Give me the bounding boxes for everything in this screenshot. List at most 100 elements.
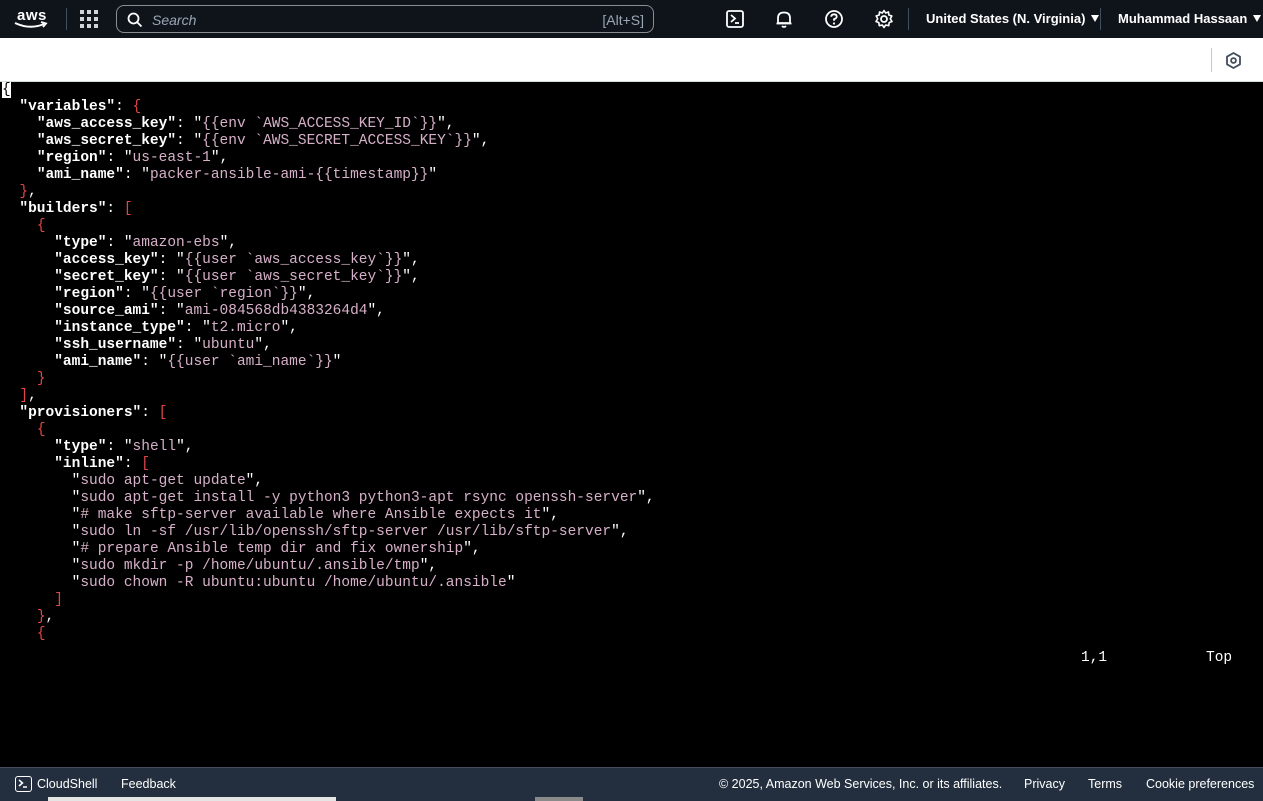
- code-token: amazon-ebs: [132, 235, 220, 251]
- search-shortcut-hint: [Alt+S]: [602, 12, 644, 28]
- region-selector[interactable]: United States (N. Virginia): [926, 11, 1100, 26]
- code-token: sudo ln -sf /usr/lib/openssh/sftp-server…: [80, 524, 612, 540]
- code-token: }: [36, 371, 46, 387]
- cloudshell-icon[interactable]: [725, 9, 745, 29]
- code-token: "aws_secret_key": [36, 133, 177, 149]
- terminal-line: "provisioners": [: [2, 405, 167, 422]
- terminal-line: "# make sftp-server available where Ansi…: [2, 507, 559, 524]
- terminal-line: {: [2, 218, 46, 235]
- code-token: :: [115, 99, 133, 115]
- code-token: sudo apt-get install -y python3 python3-…: [80, 490, 638, 506]
- code-token: ",: [254, 337, 272, 353]
- code-token: ,: [28, 184, 37, 200]
- aws-logo[interactable]: aws: [14, 7, 50, 31]
- code-token: ": [332, 354, 342, 370]
- code-token: sudo chown -R ubuntu:ubuntu /home/ubuntu…: [80, 575, 507, 591]
- nav-divider: [908, 8, 909, 30]
- services-grid-icon[interactable]: [80, 10, 98, 28]
- terminal-line: "sudo mkdir -p /home/ubuntu/.ansible/tmp…: [2, 558, 437, 575]
- code-token: "region": [54, 286, 124, 302]
- cloudshell-link[interactable]: CloudShell: [37, 777, 97, 791]
- gear-icon[interactable]: [874, 9, 894, 29]
- code-token: {{env `AWS_SECRET_ACCESS_KEY`}}: [202, 133, 472, 149]
- code-token: ",: [402, 252, 420, 268]
- code-token: ",: [541, 507, 559, 523]
- code-token: sudo apt-get update: [80, 473, 246, 489]
- terminal-output[interactable]: 1,1 Top { "variables": { "aws_access_key…: [0, 82, 1263, 767]
- code-token: }: [19, 184, 29, 200]
- terminal-line: "secret_key": "{{user `aws_secret_key`}}…: [2, 269, 419, 286]
- terminal-line: "ami_name": "packer-ansible-ami-{{timest…: [2, 167, 437, 184]
- terminal-line: "sudo apt-get update",: [2, 473, 263, 490]
- code-token: [: [123, 201, 133, 217]
- code-token: ": [2, 524, 81, 540]
- cloudshell-icon[interactable]: [15, 776, 32, 792]
- terminal-line: "variables": {: [2, 99, 141, 116]
- code-token: "variables": [19, 99, 116, 115]
- code-token: ",: [280, 320, 298, 336]
- code-token: : ": [106, 439, 133, 455]
- terminal-line: "sudo ln -sf /usr/lib/openssh/sftp-serve…: [2, 524, 629, 541]
- code-token: ": [428, 167, 438, 183]
- code-token: "ami_name": [54, 354, 142, 370]
- code-token: packer-ansible-ami-{{timestamp}}: [149, 167, 429, 183]
- account-menu[interactable]: Muhammad Hassaan: [1118, 11, 1262, 26]
- terminal-line: {: [2, 82, 11, 99]
- code-token: ubuntu: [202, 337, 255, 353]
- terminal-line: "aws_access_key": "{{env `AWS_ACCESS_KEY…: [2, 116, 455, 133]
- search-box[interactable]: Search [Alt+S]: [116, 5, 654, 33]
- terms-link[interactable]: Terms: [1088, 777, 1122, 791]
- terminal-line: }: [2, 371, 46, 388]
- code-token: : ": [176, 133, 203, 149]
- terminal-cursor: {: [2, 82, 11, 98]
- bell-icon[interactable]: [774, 9, 794, 29]
- code-token: : ": [184, 320, 211, 336]
- terminal-line: "type": "amazon-ebs",: [2, 235, 237, 252]
- code-token: {{env `AWS_ACCESS_KEY_ID`}}: [202, 116, 438, 132]
- terminal-line: "sudo chown -R ubuntu:ubuntu /home/ubunt…: [2, 575, 516, 592]
- code-token: [: [141, 456, 150, 472]
- code-token: "type": [54, 235, 107, 251]
- horizontal-scrollbar-thumb[interactable]: [48, 797, 336, 801]
- feedback-link[interactable]: Feedback: [121, 777, 176, 791]
- terminal-line: },: [2, 609, 54, 626]
- code-token: ",: [637, 490, 655, 506]
- privacy-link[interactable]: Privacy: [1024, 777, 1065, 791]
- code-token: : ": [123, 167, 150, 183]
- code-token: {: [36, 422, 46, 438]
- code-token: ",: [210, 150, 229, 166]
- code-token: "access_key": [54, 252, 159, 268]
- code-token: ": [2, 575, 81, 591]
- code-token: {{user `aws_secret_key`}}: [184, 269, 403, 285]
- terminal-line: "ssh_username": "ubuntu",: [2, 337, 272, 354]
- code-token: ",: [219, 235, 237, 251]
- cookie-preferences-link[interactable]: Cookie preferences: [1146, 777, 1254, 791]
- code-token: "ami_name": [36, 167, 124, 183]
- search-icon: [127, 12, 143, 28]
- cloudshell-toolbar: [0, 38, 1263, 82]
- settings-hexagon-icon[interactable]: [1225, 52, 1242, 69]
- terminal-line: "access_key": "{{user `aws_access_key`}}…: [2, 252, 420, 269]
- code-token: :: [141, 405, 159, 421]
- code-token: :: [123, 456, 142, 472]
- code-token: : ": [106, 235, 133, 251]
- nav-divider: [1100, 8, 1101, 30]
- help-icon[interactable]: [824, 9, 844, 29]
- scrollbar-indicator[interactable]: [535, 797, 583, 801]
- code-token: # prepare Ansible temp dir and fix owner…: [80, 541, 464, 557]
- code-token: : ": [158, 252, 185, 268]
- code-token: ",: [297, 286, 316, 302]
